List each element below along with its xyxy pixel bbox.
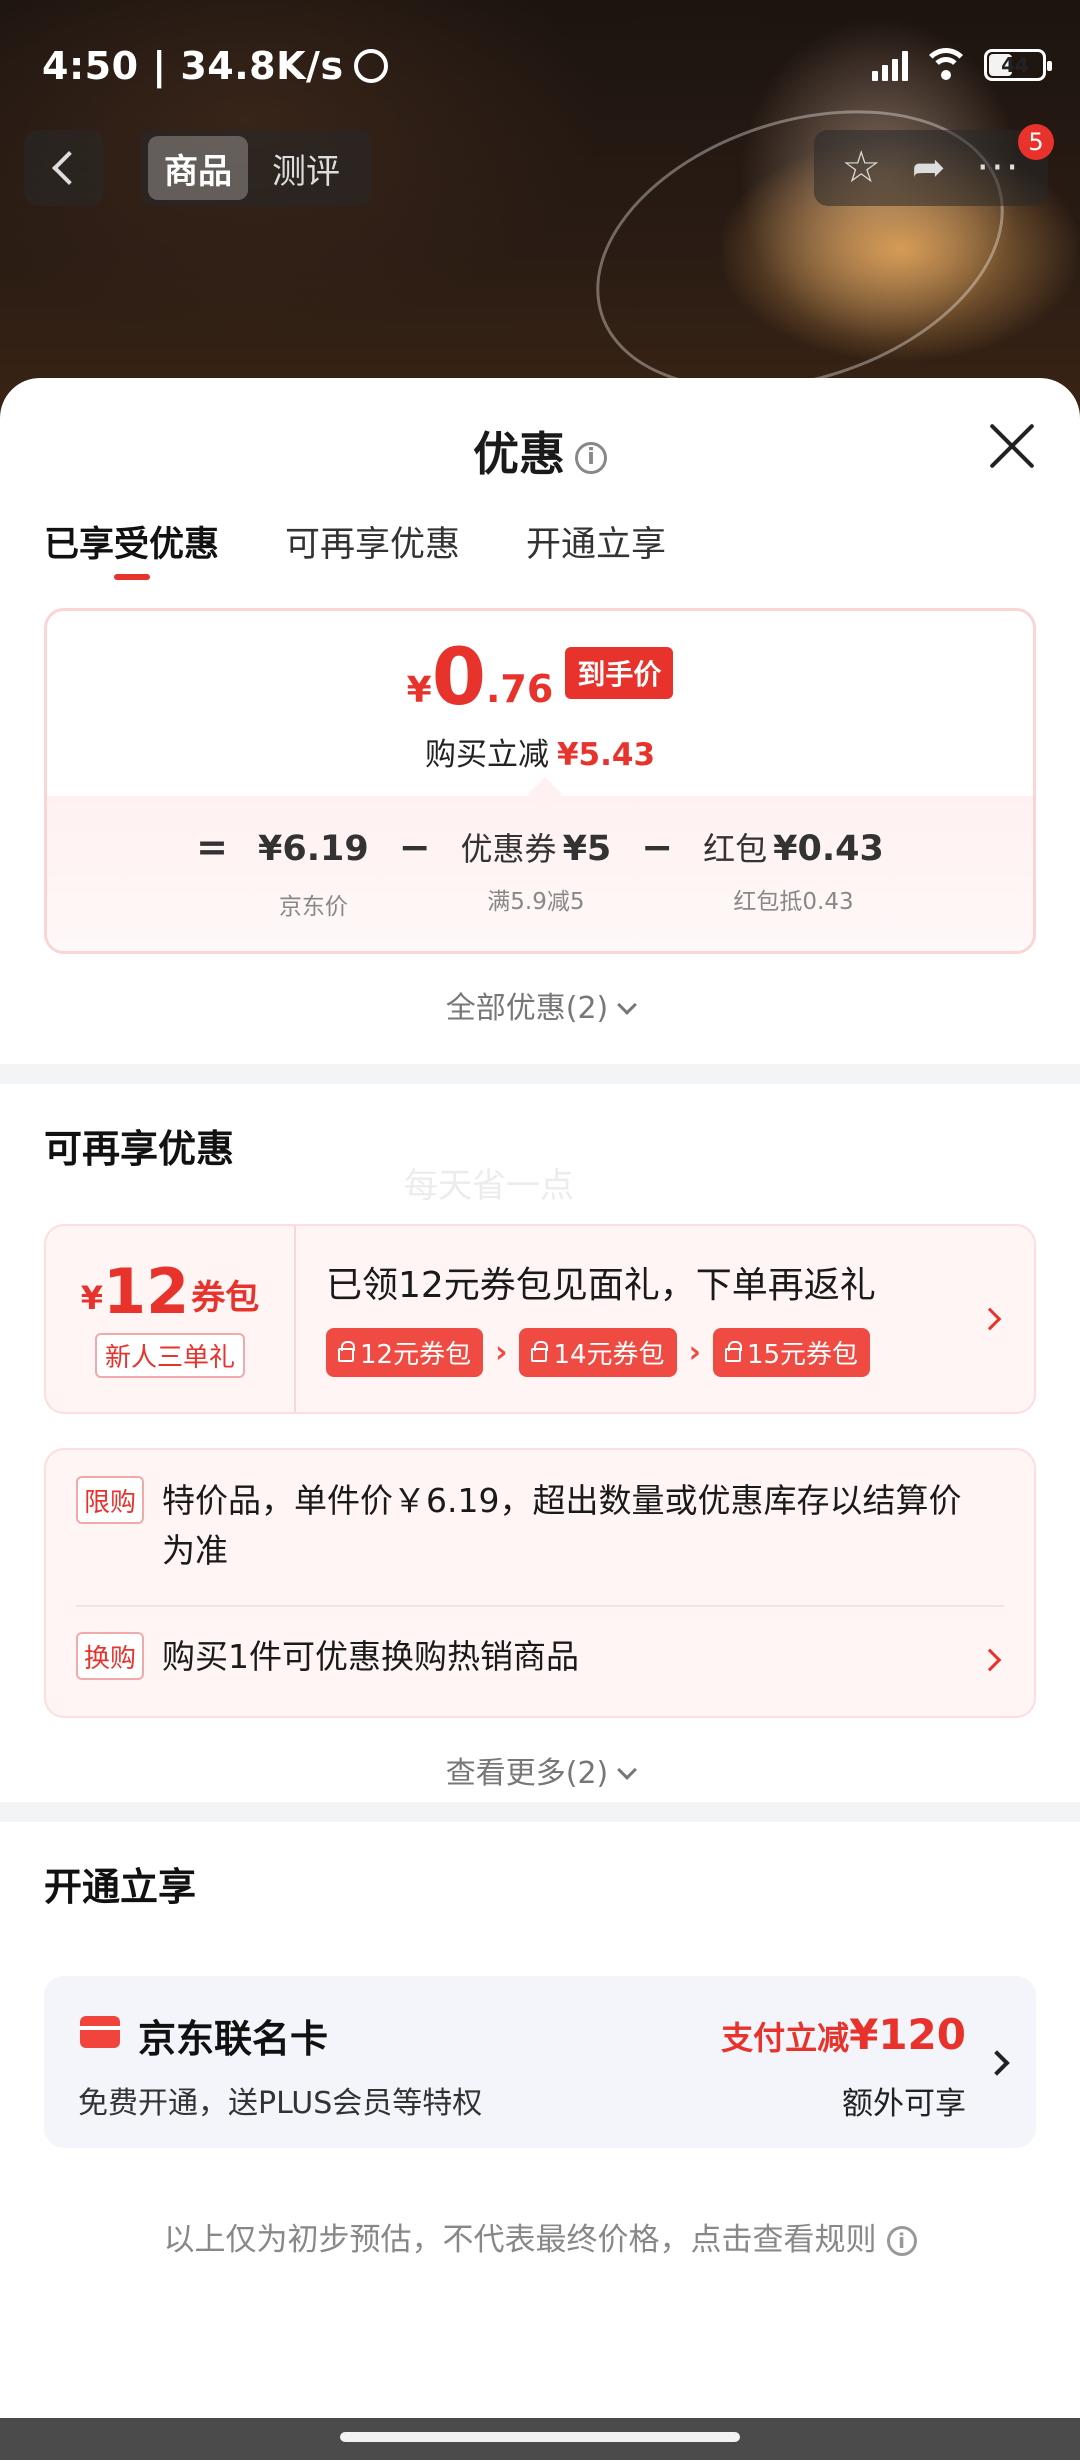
coupon-discount: 优惠券 ¥5 满5.9减5 [460, 829, 612, 915]
promo-list-card: 限购 特价品，单件价￥6.19，超出数量或优惠库存以结算价为准 换购 购买1件可… [44, 1448, 1036, 1718]
offer-tabs: 已享受优惠 可再享优惠 开通立享 [44, 516, 666, 580]
product-nav-tabs: 商品 测评 [140, 130, 372, 206]
sheet-title-row: 优惠 i [0, 418, 1080, 484]
back-button[interactable] [24, 130, 104, 206]
coupon-chip: 14元券包 [519, 1328, 677, 1377]
section-divider [0, 1802, 1080, 1822]
coupon-chip: 15元券包 [712, 1328, 871, 1377]
coupon-pack-amount: ¥ 12 券包 [80, 1254, 260, 1328]
trade-in-text: 购买1件可优惠换购热销商品 [162, 1637, 579, 1676]
coupon-pack-card[interactable]: ¥ 12 券包 新人三单礼 已领12元券包见面礼，下单再返礼 12元券包 › 1… [44, 1224, 1036, 1414]
price-formula: = ¥6.19 京东价 − 优惠券 ¥5 满5.9减5 − 红包 ¥0.43 红包抵… [47, 796, 1033, 951]
section-title-open-enjoy: 开通立享 [44, 1865, 197, 1909]
wifi-icon [922, 48, 970, 82]
see-more-toggle[interactable]: 查看更多(2) [0, 1748, 1080, 1792]
divider [76, 1605, 1004, 1607]
limit-text: 特价品，单件价￥6.19，超出数量或优惠库存以结算价为准 [162, 1481, 962, 1570]
info-icon[interactable]: i [575, 442, 607, 474]
system-navigation-bar [0, 2418, 1080, 2460]
more-dots-icon[interactable]: ··· [976, 148, 1020, 188]
tab-review[interactable]: 测评 [256, 136, 356, 200]
chevron-right-icon: › [688, 1335, 701, 1370]
card-discount: 支付立减 ¥120 [721, 2010, 966, 2059]
tab-product[interactable]: 商品 [148, 136, 248, 200]
instant-discount: 购买立减 ¥5.43 [424, 737, 656, 773]
trade-in-row[interactable]: 换购 购买1件可优惠换购热销商品 [76, 1632, 1004, 1682]
offers-bottom-sheet: 优惠 i 已享受优惠 可再享优惠 开通立享 ¥ 0 .76 到手价 购买立减 ¥5.… [0, 378, 1080, 2418]
jd-cobrand-card-offer[interactable]: 京东联名卡 免费开通，送PLUS会员等特权 支付立减 ¥120 额外可享 [44, 1976, 1036, 2148]
limit-tag: 限购 [76, 1476, 144, 1524]
chevron-right-icon [978, 1307, 1002, 1331]
lock-icon [531, 1340, 549, 1362]
home-indicator[interactable] [340, 2432, 740, 2442]
nav-actions: ☆ ➦ ··· 5 [814, 124, 1054, 206]
new-user-badge: 新人三单礼 [94, 1332, 245, 1378]
all-offers-toggle[interactable]: 全部优惠(2) [0, 983, 1080, 1027]
final-price-tag: 到手价 [565, 647, 674, 699]
share-icon[interactable]: ➦ [912, 148, 946, 188]
battery-percent: 44 [1001, 53, 1029, 77]
watermark-text: 每天省一点 [404, 1166, 574, 1206]
chevron-down-icon [617, 1760, 638, 1780]
back-arrow-icon [52, 151, 86, 185]
lock-icon [724, 1340, 742, 1362]
card-extra-label: 额外可享 [842, 2086, 966, 2122]
coupon-chip: 12元券包 [326, 1328, 484, 1377]
message-count-badge: 5 [1018, 124, 1054, 160]
sheet-title: 优惠 [473, 427, 565, 481]
alarm-icon [353, 49, 388, 83]
redpack-discount: 红包 ¥0.43 红包抵0.43 [703, 829, 884, 915]
favorite-star-icon[interactable]: ☆ [841, 146, 880, 190]
chevron-right-icon [984, 2050, 1010, 2076]
card-description: 免费开通，送PLUS会员等特权 [78, 2086, 483, 2121]
coupon-chip-list: 12元券包 › 14元券包 › 15元券包 [326, 1328, 1034, 1377]
section-divider [0, 1064, 1080, 1084]
credit-card-icon [80, 2016, 120, 2048]
trade-in-tag: 换购 [76, 1632, 144, 1680]
status-bar: 4:50 | 34.8K/s 44 [0, 0, 1080, 130]
tab-more-offers[interactable]: 可再享优惠 [285, 516, 460, 580]
jd-price: ¥6.19 京东价 [257, 829, 369, 920]
chevron-right-icon: › [495, 1335, 508, 1370]
battery-icon: 44 [984, 49, 1052, 81]
final-price-card: ¥ 0 .76 到手价 购买立减 ¥5.43 = ¥6.19 京东价 − 优惠券 ¥… [44, 608, 1036, 954]
card-title: 京东联名卡 [138, 2017, 329, 2061]
final-price: ¥ 0 .76 到手价 [47, 639, 1033, 717]
tab-enjoyed-offers[interactable]: 已享受优惠 [44, 516, 219, 580]
signal-icon [872, 49, 908, 81]
price-disclaimer[interactable]: 以上仅为初步预估，不代表最终价格，点击查看规则 i [0, 2214, 1080, 2259]
info-icon: i [886, 2226, 917, 2256]
list-item: 限购 特价品，单件价￥6.19，超出数量或优惠库存以结算价为准 [76, 1476, 1004, 1576]
close-icon[interactable] [986, 420, 1036, 470]
tab-open-enjoy[interactable]: 开通立享 [526, 516, 666, 580]
lock-icon [338, 1340, 355, 1362]
coupon-pack-headline: 已领12元券包见面礼，下单再返礼 [326, 1265, 876, 1306]
section-title-more-offers: 可再享优惠 [44, 1127, 235, 1171]
status-time-speed: 4:50 | 34.8K/s [42, 44, 344, 88]
chevron-down-icon [617, 995, 638, 1015]
